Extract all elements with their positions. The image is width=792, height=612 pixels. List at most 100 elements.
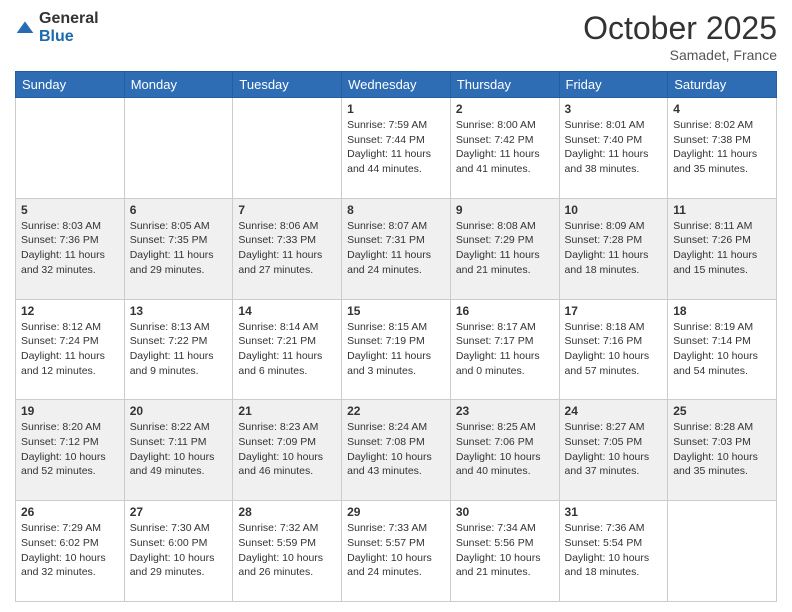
day-info: Sunrise: 7:34 AM Sunset: 5:56 PM Dayligh… — [456, 521, 554, 580]
day-number: 13 — [130, 304, 228, 318]
day-info: Sunrise: 8:08 AM Sunset: 7:29 PM Dayligh… — [456, 219, 554, 278]
logo-general: General — [39, 10, 99, 27]
day-number: 29 — [347, 505, 445, 519]
day-info: Sunrise: 8:02 AM Sunset: 7:38 PM Dayligh… — [673, 118, 771, 177]
day-info: Sunrise: 8:13 AM Sunset: 7:22 PM Dayligh… — [130, 320, 228, 379]
day-number: 14 — [238, 304, 336, 318]
day-number: 25 — [673, 404, 771, 418]
day-cell: 7 Sunrise: 8:06 AM Sunset: 7:33 PM Daylig… — [233, 198, 342, 299]
day-number: 15 — [347, 304, 445, 318]
location: Samadet, France — [583, 47, 777, 63]
logo: General Blue — [15, 10, 99, 46]
logo-text: General Blue — [39, 10, 99, 46]
day-info: Sunrise: 8:27 AM Sunset: 7:05 PM Dayligh… — [565, 420, 663, 479]
day-cell: 18 Sunrise: 8:19 AM Sunset: 7:14 PM Dayli… — [668, 299, 777, 400]
day-number: 16 — [456, 304, 554, 318]
day-number: 10 — [565, 203, 663, 217]
day-cell: 17Sunrise: 8:18 AM Sunset: 7:16 PM Dayli… — [559, 299, 668, 400]
day-cell: 22Sunrise: 8:24 AM Sunset: 7:08 PM Dayli… — [342, 400, 451, 501]
day-info: Sunrise: 7:30 AM Sunset: 6:00 PM Dayligh… — [130, 521, 228, 580]
day-number: 24 — [565, 404, 663, 418]
day-number: 21 — [238, 404, 336, 418]
day-cell: 24 Sunrise: 8:27 AM Sunset: 7:05 PM Dayli… — [559, 400, 668, 501]
day-number: 18 — [673, 304, 771, 318]
header-row: Sunday Monday Tuesday Wednesday Thursday… — [16, 72, 777, 98]
day-cell: 30Sunrise: 7:34 AM Sunset: 5:56 PM Dayli… — [450, 501, 559, 602]
day-cell: 2 Sunrise: 8:00 AM Sunset: 7:42 PM Daylig… — [450, 98, 559, 199]
month-title: October 2025 — [583, 10, 777, 47]
col-wednesday: Wednesday — [342, 72, 451, 98]
day-number: 6 — [130, 203, 228, 217]
day-cell: 15 Sunrise: 8:15 AM Sunset: 7:19 PM Dayli… — [342, 299, 451, 400]
day-info: Sunrise: 8:19 AM Sunset: 7:14 PM Dayligh… — [673, 320, 771, 379]
day-cell: 29 Sunrise: 7:33 AM Sunset: 5:57 PM Dayli… — [342, 501, 451, 602]
day-cell — [124, 98, 233, 199]
day-cell: 11 Sunrise: 8:11 AM Sunset: 7:26 PM Dayli… — [668, 198, 777, 299]
day-cell: 9Sunrise: 8:08 AM Sunset: 7:29 PM Daylig… — [450, 198, 559, 299]
day-cell: 5 Sunrise: 8:03 AM Sunset: 7:36 PM Daylig… — [16, 198, 125, 299]
day-info: Sunrise: 8:12 AM Sunset: 7:24 PM Dayligh… — [21, 320, 119, 379]
day-cell: 6 Sunrise: 8:05 AM Sunset: 7:35 PM Daylig… — [124, 198, 233, 299]
day-number: 20 — [130, 404, 228, 418]
day-info: Sunrise: 8:15 AM Sunset: 7:19 PM Dayligh… — [347, 320, 445, 379]
day-cell: 12 Sunrise: 8:12 AM Sunset: 7:24 PM Dayli… — [16, 299, 125, 400]
day-number: 31 — [565, 505, 663, 519]
day-number: 8 — [347, 203, 445, 217]
page: General Blue October 2025 Samadet, Franc… — [0, 0, 792, 612]
day-info: Sunrise: 8:07 AM Sunset: 7:31 PM Dayligh… — [347, 219, 445, 278]
col-tuesday: Tuesday — [233, 72, 342, 98]
day-cell: 13 Sunrise: 8:13 AM Sunset: 7:22 PM Dayli… — [124, 299, 233, 400]
day-info: Sunrise: 8:11 AM Sunset: 7:26 PM Dayligh… — [673, 219, 771, 278]
day-cell: 31 Sunrise: 7:36 AM Sunset: 5:54 PM Dayli… — [559, 501, 668, 602]
day-cell: 10 Sunrise: 8:09 AM Sunset: 7:28 PM Dayli… — [559, 198, 668, 299]
day-info: Sunrise: 8:00 AM Sunset: 7:42 PM Dayligh… — [456, 118, 554, 177]
day-info: Sunrise: 8:01 AM Sunset: 7:40 PM Dayligh… — [565, 118, 663, 177]
day-cell: 27 Sunrise: 7:30 AM Sunset: 6:00 PM Dayli… — [124, 501, 233, 602]
week-row-2: 5 Sunrise: 8:03 AM Sunset: 7:36 PM Daylig… — [16, 198, 777, 299]
day-cell — [668, 501, 777, 602]
col-saturday: Saturday — [668, 72, 777, 98]
day-number: 27 — [130, 505, 228, 519]
day-info: Sunrise: 8:03 AM Sunset: 7:36 PM Dayligh… — [21, 219, 119, 278]
day-number: 5 — [21, 203, 119, 217]
day-info: Sunrise: 8:22 AM Sunset: 7:11 PM Dayligh… — [130, 420, 228, 479]
day-info: Sunrise: 8:28 AM Sunset: 7:03 PM Dayligh… — [673, 420, 771, 479]
day-info: Sunrise: 7:33 AM Sunset: 5:57 PM Dayligh… — [347, 521, 445, 580]
week-row-3: 12 Sunrise: 8:12 AM Sunset: 7:24 PM Dayli… — [16, 299, 777, 400]
day-info: Sunrise: 7:29 AM Sunset: 6:02 PM Dayligh… — [21, 521, 119, 580]
day-info: Sunrise: 8:05 AM Sunset: 7:35 PM Dayligh… — [130, 219, 228, 278]
day-info: Sunrise: 7:36 AM Sunset: 5:54 PM Dayligh… — [565, 521, 663, 580]
day-number: 12 — [21, 304, 119, 318]
day-info: Sunrise: 7:32 AM Sunset: 5:59 PM Dayligh… — [238, 521, 336, 580]
day-cell: 1Sunrise: 7:59 AM Sunset: 7:44 PM Daylig… — [342, 98, 451, 199]
day-cell: 14 Sunrise: 8:14 AM Sunset: 7:21 PM Dayli… — [233, 299, 342, 400]
day-number: 23 — [456, 404, 554, 418]
day-cell: 19Sunrise: 8:20 AM Sunset: 7:12 PM Dayli… — [16, 400, 125, 501]
title-section: October 2025 Samadet, France — [583, 10, 777, 63]
day-cell: 26 Sunrise: 7:29 AM Sunset: 6:02 PM Dayli… — [16, 501, 125, 602]
day-number: 11 — [673, 203, 771, 217]
day-info: Sunrise: 8:18 AM Sunset: 7:16 PM Dayligh… — [565, 320, 663, 379]
logo-icon — [15, 18, 35, 38]
logo-blue: Blue — [39, 28, 74, 45]
day-info: Sunrise: 8:14 AM Sunset: 7:21 PM Dayligh… — [238, 320, 336, 379]
day-info: Sunrise: 8:17 AM Sunset: 7:17 PM Dayligh… — [456, 320, 554, 379]
day-number: 2 — [456, 102, 554, 116]
week-row-1: 1Sunrise: 7:59 AM Sunset: 7:44 PM Daylig… — [16, 98, 777, 199]
day-cell: 20 Sunrise: 8:22 AM Sunset: 7:11 PM Dayli… — [124, 400, 233, 501]
day-number: 4 — [673, 102, 771, 116]
day-number: 7 — [238, 203, 336, 217]
week-row-5: 26 Sunrise: 7:29 AM Sunset: 6:02 PM Dayli… — [16, 501, 777, 602]
day-cell: 23 Sunrise: 8:25 AM Sunset: 7:06 PM Dayli… — [450, 400, 559, 501]
col-sunday: Sunday — [16, 72, 125, 98]
day-cell: 4 Sunrise: 8:02 AM Sunset: 7:38 PM Daylig… — [668, 98, 777, 199]
col-friday: Friday — [559, 72, 668, 98]
day-cell: 3Sunrise: 8:01 AM Sunset: 7:40 PM Daylig… — [559, 98, 668, 199]
day-info: Sunrise: 8:25 AM Sunset: 7:06 PM Dayligh… — [456, 420, 554, 479]
day-info: Sunrise: 8:06 AM Sunset: 7:33 PM Dayligh… — [238, 219, 336, 278]
day-info: Sunrise: 8:23 AM Sunset: 7:09 PM Dayligh… — [238, 420, 336, 479]
col-monday: Monday — [124, 72, 233, 98]
day-info: Sunrise: 8:09 AM Sunset: 7:28 PM Dayligh… — [565, 219, 663, 278]
day-number: 26 — [21, 505, 119, 519]
day-info: Sunrise: 7:59 AM Sunset: 7:44 PM Dayligh… — [347, 118, 445, 177]
